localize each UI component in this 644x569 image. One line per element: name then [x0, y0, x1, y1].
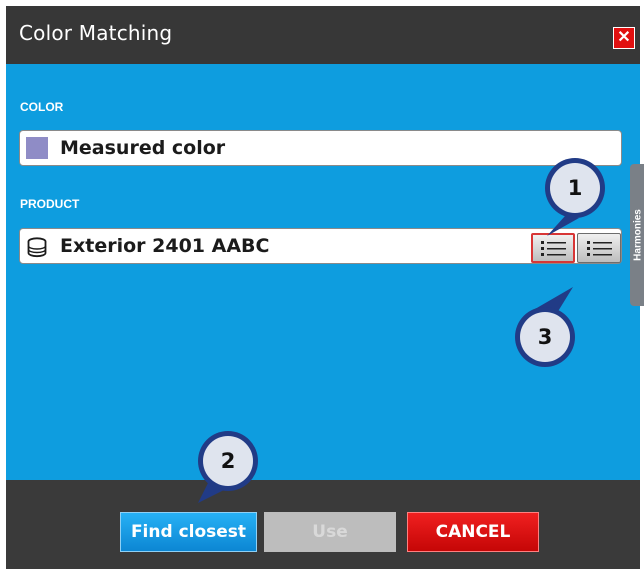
use-button[interactable]: Use	[264, 512, 396, 552]
product-field-value: Exterior 2401 AABC	[60, 235, 270, 257]
content-area: COLOR Measured color PRODUCT Exterior 24…	[6, 64, 640, 480]
title-bar: Color Matching ✕	[6, 6, 640, 64]
color-matching-dialog: Color Matching ✕ COLOR Measured color PR…	[6, 6, 644, 569]
color-field-value: Measured color	[60, 137, 226, 159]
callout-2-number: 2	[220, 449, 236, 473]
product-section-label: PRODUCT	[20, 197, 80, 211]
harmonies-tab[interactable]: Harmonies	[630, 164, 644, 306]
callout-3: 3	[513, 287, 577, 369]
callout-3-number: 3	[537, 325, 553, 349]
callout-1: 1	[543, 156, 607, 236]
cancel-button[interactable]: CANCEL	[407, 512, 539, 552]
list-view-button-1[interactable]	[531, 233, 575, 263]
bottom-action-bar: Find closest Use CANCEL	[6, 480, 640, 569]
callout-2: 2	[196, 429, 260, 503]
list-view-icon	[541, 241, 566, 256]
color-field[interactable]: Measured color	[19, 130, 622, 166]
callout-1-number: 1	[567, 176, 583, 200]
find-closest-button[interactable]: Find closest	[120, 512, 257, 552]
list-view-button-2[interactable]	[577, 233, 621, 263]
harmonies-tab-label: Harmonies	[632, 209, 644, 261]
close-button[interactable]: ✕	[613, 27, 635, 49]
dialog-title: Color Matching	[19, 21, 173, 45]
color-section-label: COLOR	[20, 100, 64, 114]
product-field[interactable]: Exterior 2401 AABC	[19, 228, 622, 264]
list-view-icon	[587, 241, 612, 256]
color-swatch	[26, 137, 48, 159]
close-icon: ✕	[617, 29, 631, 46]
paint-can-icon	[26, 236, 48, 258]
